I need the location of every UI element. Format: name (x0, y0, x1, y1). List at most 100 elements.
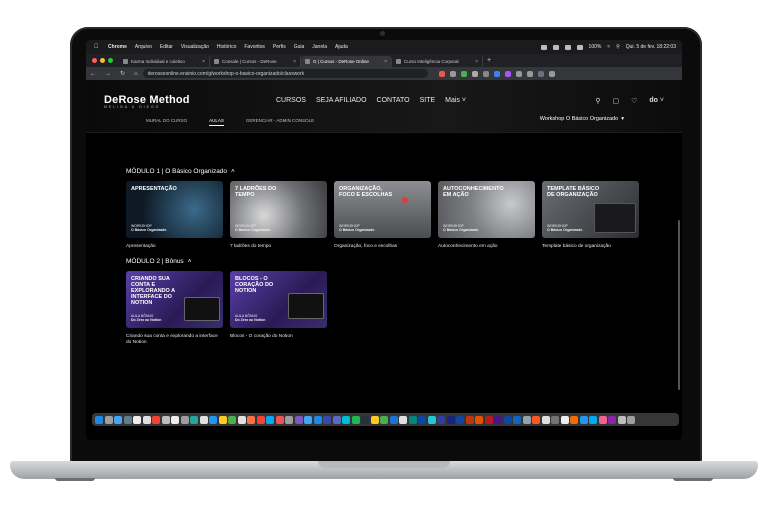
app-icon[interactable] (304, 415, 312, 424)
app-icon[interactable] (389, 415, 398, 424)
lightroom-classic-icon[interactable] (513, 415, 521, 424)
app-icon[interactable] (218, 415, 227, 424)
lesson-card[interactable]: BLOCOS - O CORAÇÃO DO NOTION AULA BÔNUS D… (230, 271, 327, 346)
extension-icon[interactable] (515, 70, 522, 77)
app-icon[interactable] (180, 415, 189, 424)
user-menu[interactable]: do ˅ (649, 97, 664, 105)
browser-tab[interactable]: Curso Inteligência Corporal × (392, 56, 483, 67)
reload-icon[interactable]: ↻ (120, 70, 125, 77)
lesson-caption[interactable]: Organização, foco e escolhas (334, 244, 431, 250)
search-icon[interactable]: ⚲ (616, 44, 620, 50)
menu-item[interactable]: Arquivo (135, 44, 152, 50)
app-icon[interactable] (171, 415, 179, 424)
acrobat-icon[interactable] (484, 415, 493, 424)
premiere-icon[interactable] (437, 415, 445, 424)
app-icon[interactable] (532, 415, 540, 424)
lesson-caption[interactable]: Template básico de organização (542, 244, 639, 250)
zoom-window-button[interactable] (108, 58, 113, 63)
menu-item[interactable]: Favoritos (244, 44, 265, 50)
aftereffects-icon[interactable] (494, 415, 502, 424)
extension-icon[interactable] (493, 70, 500, 77)
bell-icon[interactable]: ♡ (631, 97, 637, 105)
app-icon[interactable] (570, 415, 578, 424)
extension-icon[interactable] (482, 70, 489, 77)
app-icon[interactable] (190, 415, 198, 424)
search-icon[interactable]: ⚲ (595, 97, 600, 105)
launchpad-icon[interactable] (104, 415, 113, 424)
apple-icon[interactable]:  (94, 44, 100, 50)
app-icon[interactable] (133, 415, 141, 424)
browser-tab-active[interactable]: G | Cursos - DeRose Online × (301, 56, 392, 67)
lesson-card[interactable]: 7 LADRÕES DO TEMPO WORKSHOP O Básico Orga… (230, 181, 327, 250)
tab-aulas[interactable]: AULAS (209, 118, 224, 126)
appstore-icon[interactable] (114, 415, 122, 424)
app-icon[interactable] (228, 415, 236, 424)
app-icon[interactable] (142, 415, 151, 424)
lesson-card[interactable]: TEMPLATE BÁSICO DE ORGANIZAÇÃO WORKSHOP O… (542, 181, 639, 250)
app-icon[interactable] (465, 415, 474, 424)
spotify-icon[interactable] (351, 415, 360, 424)
menu-item[interactable]: Editar (160, 44, 173, 50)
browser-tab[interactable]: Console | Cursos - DeRose × (210, 56, 301, 67)
battery-percent[interactable]: 100% (589, 44, 602, 50)
app-icon[interactable] (551, 415, 559, 424)
menu-item[interactable]: Guia (294, 44, 305, 50)
status-icon[interactable] (540, 44, 547, 50)
finder-icon[interactable] (95, 415, 103, 424)
app-icon[interactable] (589, 415, 597, 424)
home-icon[interactable]: ⌂ (134, 71, 138, 77)
extension-icon[interactable] (526, 70, 533, 77)
tab-mural[interactable]: MURAL DO CURSO (146, 118, 187, 126)
nav-mais[interactable]: Mais ˅ (445, 97, 466, 104)
site-logo[interactable]: DeRose Method MELINA & DIEGO (104, 94, 190, 109)
status-icon[interactable] (552, 44, 559, 50)
app-icon[interactable] (522, 415, 531, 424)
lesson-card[interactable]: ORGANIZAÇÃO, FOCO E ESCOLHAS WORKSHOP O B… (334, 181, 431, 250)
clock[interactable]: Qui. 5 de fev. 18:22:03 (626, 44, 676, 50)
extension-icon[interactable] (548, 70, 555, 77)
app-icon[interactable] (418, 415, 426, 424)
lesson-card[interactable]: APRESENTAÇÃO WORKSHOP O Básico Organizado… (126, 181, 223, 250)
status-icon[interactable] (564, 44, 571, 50)
close-icon[interactable]: × (202, 59, 205, 65)
menu-item[interactable]: Visualização (181, 44, 209, 50)
lesson-caption[interactable]: Autoconhecimento em ação (438, 244, 535, 250)
menu-item[interactable]: Ajuda (335, 44, 348, 50)
app-icon[interactable] (199, 415, 208, 424)
menu-app-name[interactable]: Chrome (108, 44, 127, 50)
app-icon[interactable] (247, 415, 255, 424)
app-icon[interactable] (313, 415, 322, 424)
app-icon[interactable] (579, 415, 588, 424)
trash-icon[interactable] (627, 415, 635, 424)
extension-icon[interactable] (537, 70, 544, 77)
nav-cursos[interactable]: CURSOS (276, 97, 306, 104)
app-icon[interactable] (266, 415, 274, 424)
nav-afiliado[interactable]: SEJA AFILIADO (316, 97, 367, 104)
app-icon[interactable] (342, 415, 350, 424)
app-icon[interactable] (161, 415, 170, 424)
settings-icon[interactable] (123, 415, 132, 424)
menu-item[interactable]: Perfis (273, 44, 286, 50)
app-icon[interactable] (256, 415, 265, 424)
app-icon[interactable] (294, 415, 303, 424)
app-icon[interactable] (323, 415, 331, 424)
lesson-caption[interactable]: Criando sua conta e explorando a interfa… (126, 334, 223, 346)
app-icon[interactable] (608, 415, 616, 424)
minimize-window-button[interactable] (100, 58, 105, 63)
app-icon[interactable] (361, 415, 369, 424)
menu-item[interactable]: Histórico (217, 44, 236, 50)
extension-icon[interactable] (504, 70, 511, 77)
app-icon[interactable] (427, 415, 436, 424)
lesson-card[interactable]: AUTOCONHECIMENTO EM AÇÃO WORKSHOP O Básic… (438, 181, 535, 250)
status-icon[interactable] (576, 44, 583, 50)
forward-icon[interactable]: → (105, 71, 111, 77)
app-icon[interactable] (152, 415, 160, 424)
url-field[interactable]: derosseonline.ensinio.com/g/workshop-o-b… (142, 69, 428, 78)
lightroom-icon[interactable] (503, 415, 512, 424)
nav-contato[interactable]: CONTATO (377, 97, 410, 104)
workshop-selector[interactable]: Workshop O Básico Organizado ▾ (540, 116, 624, 122)
app-icon[interactable] (408, 415, 417, 424)
page-scrollbar[interactable] (678, 220, 680, 390)
close-window-button[interactable] (92, 58, 97, 63)
app-icon[interactable] (541, 415, 550, 424)
